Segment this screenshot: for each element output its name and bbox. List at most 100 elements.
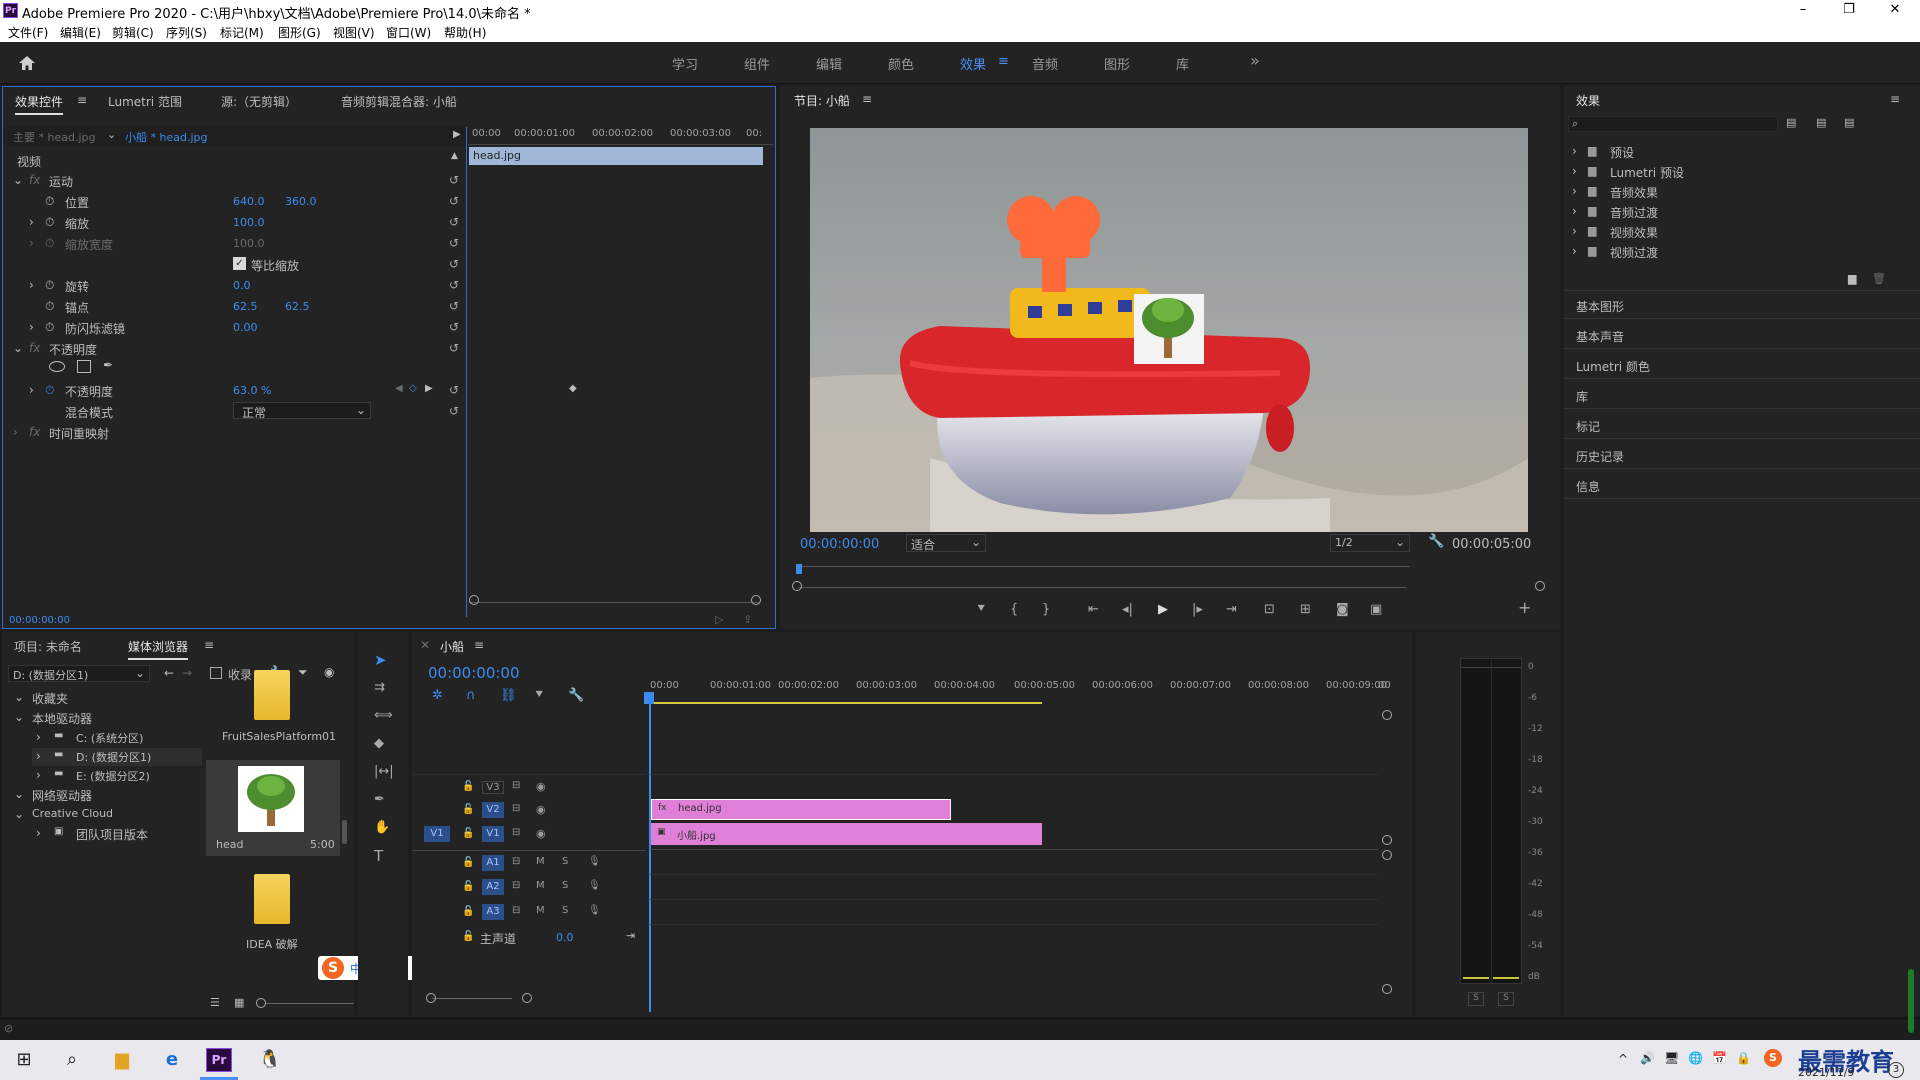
mute-button[interactable]: M [536, 856, 545, 867]
solo-left-button[interactable]: S [1468, 992, 1484, 1006]
reset-icon[interactable]: ↺ [447, 194, 461, 208]
chevron-down-icon[interactable]: ⌄ [14, 787, 24, 801]
network-icon[interactable]: 🌐 [1688, 1051, 1703, 1065]
extract-icon[interactable]: ⊞ [1300, 602, 1311, 618]
hand-tool-icon[interactable]: ✋ [374, 820, 390, 836]
chevron-right-icon[interactable]: › [36, 768, 41, 782]
volume-icon[interactable]: 🔊 [1640, 1051, 1655, 1065]
reset-icon[interactable]: ↺ [447, 299, 461, 313]
thumbnail-size-slider[interactable] [258, 1003, 354, 1004]
clip-v1-boat[interactable]: ▣ 小船.jpg [651, 823, 1042, 845]
tab-media-browser[interactable]: 媒体浏览器 [128, 638, 189, 660]
menu-window[interactable]: 窗口(W) [386, 24, 431, 41]
solo-button[interactable]: S [562, 905, 568, 916]
workspace-editing[interactable]: 编辑 [816, 54, 842, 73]
microphone-icon[interactable]: 🎙 [588, 905, 601, 916]
stopwatch-icon[interactable]: ⏱ [45, 278, 54, 293]
chevron-right-icon[interactable]: › [1572, 144, 1577, 158]
tab-project[interactable]: 项目: 未命名 [14, 638, 82, 655]
section-markers[interactable]: 标记 [1576, 418, 1600, 435]
selection-tool-icon[interactable]: ➤ [374, 652, 387, 668]
menu-graphics[interactable]: 图形(G) [278, 24, 321, 41]
add-button-icon[interactable]: + [1518, 600, 1531, 616]
antiflicker-value[interactable]: 0.00 [233, 321, 258, 334]
wrench-icon[interactable]: 🔧 [1428, 534, 1444, 549]
zoom-handle-right[interactable] [1535, 581, 1545, 591]
fx-icon[interactable]: fx [29, 341, 40, 355]
reset-icon[interactable]: ↺ [447, 383, 461, 397]
zoom-handle-right[interactable] [522, 993, 532, 1003]
master-volume-value[interactable]: 0.0 [556, 931, 574, 944]
pen-mask-icon[interactable]: ✒ [103, 358, 113, 372]
add-keyframe-icon[interactable]: ◇ [409, 383, 417, 394]
chevron-down-icon[interactable]: ⌄ [14, 690, 24, 704]
chevron-right-icon[interactable]: › [1572, 164, 1577, 178]
timeline-zoom-bar[interactable] [432, 998, 512, 999]
reset-icon[interactable]: ↺ [447, 236, 461, 250]
tray-expand-icon[interactable]: ^ [1618, 1052, 1628, 1066]
rectangle-mask-icon[interactable] [77, 360, 91, 373]
zoom-handle-left[interactable] [792, 581, 802, 591]
32bit-effects-icon[interactable]: ▤ [1816, 116, 1826, 129]
minimize-button[interactable]: – [1780, 0, 1826, 22]
scroll-up-icon[interactable]: ▲ [451, 151, 458, 161]
anchor-x-value[interactable]: 62.5 [233, 300, 258, 313]
program-video-frame[interactable] [810, 128, 1528, 532]
menu-marker[interactable]: 标记(M) [220, 24, 264, 41]
solo-button[interactable]: S [562, 880, 568, 891]
reset-icon[interactable]: ↺ [447, 257, 461, 271]
fit-select[interactable]: 适合 ⌄ [906, 534, 986, 552]
effects-folder-video-effects[interactable]: 视频效果 [1610, 224, 1658, 241]
section-info[interactable]: 信息 [1576, 478, 1600, 495]
tree-creative-cloud[interactable]: Creative Cloud [32, 807, 113, 820]
maximize-button[interactable]: ❐ [1826, 0, 1872, 22]
lock-icon[interactable]: 🔓 [462, 931, 474, 942]
microphone-icon[interactable]: 🎙 [588, 856, 601, 867]
workspace-menu-icon[interactable]: ≡ [998, 54, 1009, 69]
stopwatch-active-icon[interactable]: ⏱ [45, 383, 54, 398]
solo-right-button[interactable]: S [1498, 992, 1514, 1006]
type-tool-icon[interactable]: T [374, 848, 383, 864]
stopwatch-icon[interactable]: ⏱ [45, 215, 54, 230]
tree-drive-e[interactable]: E: (数据分区2) [76, 768, 150, 784]
section-history[interactable]: 历史记录 [1576, 448, 1624, 465]
reset-icon[interactable]: ↺ [447, 173, 461, 187]
windows-start-icon[interactable]: ⊞ [4, 1040, 44, 1080]
tree-team-versions[interactable]: 团队项目版本 [76, 826, 148, 843]
notification-icon[interactable]: 3 [1888, 1062, 1904, 1078]
eye-icon[interactable]: ◉ [536, 803, 546, 816]
display-icon[interactable]: 🖥 [1664, 1051, 1679, 1065]
workspace-audio[interactable]: 音频 [1032, 54, 1058, 73]
lock-icon[interactable]: 🔓 [462, 804, 474, 815]
program-timecode[interactable]: 00:00:00:00 [800, 537, 879, 552]
workspace-learn[interactable]: 学习 [672, 54, 698, 73]
tree-favorites[interactable]: 收藏夹 [32, 690, 68, 707]
delete-icon[interactable]: 🗑 [1872, 272, 1886, 285]
timeline-playhead[interactable] [649, 692, 651, 1012]
chevron-right-icon[interactable]: › [1572, 224, 1577, 238]
workspace-overflow-icon[interactable]: » [1250, 51, 1260, 70]
icon-view-icon[interactable]: ▦ [234, 996, 244, 1009]
prev-keyframe-icon[interactable]: ◀ [395, 383, 403, 394]
tab-audio-clip-mixer[interactable]: 音频剪辑混合器: 小船 [341, 93, 457, 110]
go-to-out-icon[interactable]: ⇥ [1226, 602, 1237, 618]
keyframe-diamond-icon[interactable]: ◆ [569, 383, 577, 394]
taskbar-date[interactable]: 2021/11/9 [1798, 1066, 1854, 1079]
home-icon[interactable] [18, 54, 36, 72]
chevron-down-icon[interactable]: ⌄ [13, 341, 23, 355]
workspace-assembly[interactable]: 组件 [744, 54, 770, 73]
program-zoom-bar[interactable] [798, 587, 1406, 588]
razor-tool-icon[interactable]: ◆ [374, 736, 384, 752]
stopwatch-icon[interactable]: ⏱ [45, 320, 54, 335]
track-v3-label[interactable]: V3 [482, 781, 504, 794]
chevron-right-icon[interactable]: › [36, 730, 41, 744]
file-explorer-icon[interactable]: ▆ [102, 1040, 142, 1080]
chevron-down-icon[interactable]: ⌄ [14, 807, 24, 821]
mute-button[interactable]: M [536, 905, 545, 916]
tab-source[interactable]: 源:（无剪辑） [221, 93, 297, 110]
menu-edit[interactable]: 编辑(E) [60, 24, 101, 41]
ec-zoom-bar[interactable] [469, 602, 759, 603]
reset-icon[interactable]: ↺ [447, 341, 461, 355]
media-item[interactable]: IDEA 破解 [206, 862, 340, 958]
effects-folder-lumetri[interactable]: Lumetri 预设 [1610, 164, 1684, 181]
